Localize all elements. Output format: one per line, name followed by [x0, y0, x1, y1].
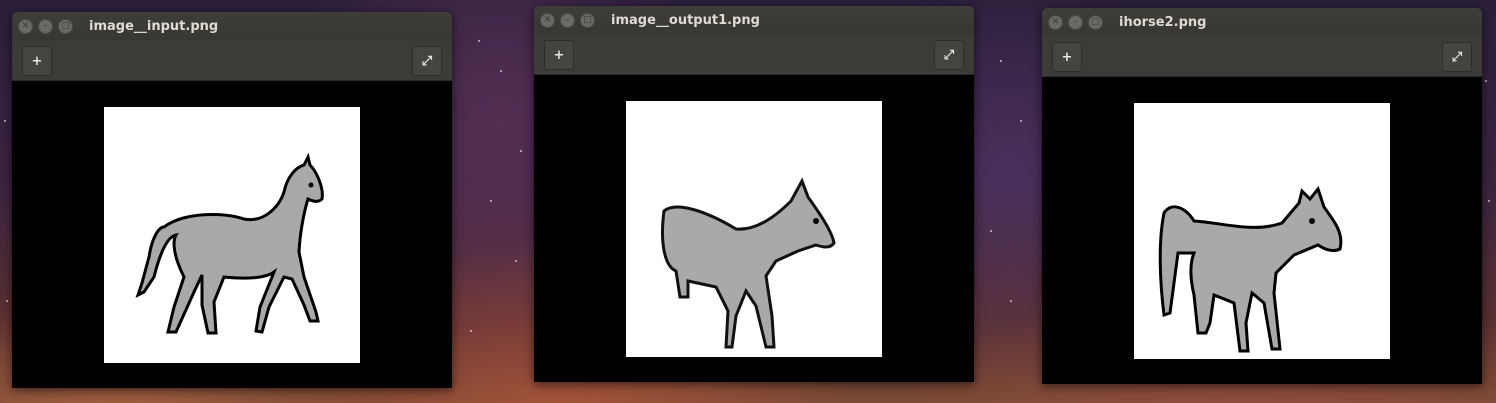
maximize-icon[interactable]: □ — [58, 18, 73, 34]
plus-icon[interactable]: + — [22, 46, 52, 76]
image-canvas — [12, 81, 452, 388]
window-titlebar[interactable]: ✕ – □ ihorse2.png — [1042, 8, 1482, 36]
window-titlebar[interactable]: ✕ – □ image__output1.png — [534, 6, 974, 34]
close-icon[interactable]: ✕ — [18, 18, 33, 34]
maximize-icon[interactable]: □ — [580, 12, 595, 28]
window-toolbar: + ⤢ — [534, 34, 974, 75]
fullscreen-icon[interactable]: ⤢ — [412, 46, 442, 76]
window-toolbar: + ⤢ — [1042, 36, 1482, 77]
fullscreen-icon[interactable]: ⤢ — [1442, 42, 1472, 72]
maximize-icon[interactable]: □ — [1088, 14, 1103, 30]
image-canvas — [1042, 77, 1482, 384]
horse-image — [661, 177, 836, 349]
minimize-icon[interactable]: – — [38, 18, 53, 34]
window-title: image__input.png — [89, 18, 219, 34]
minimize-icon[interactable]: – — [560, 12, 575, 28]
image-content — [104, 107, 360, 363]
image-content — [626, 101, 882, 357]
image-canvas — [534, 75, 974, 382]
plus-icon[interactable]: + — [1052, 42, 1082, 72]
window-title: image__output1.png — [611, 12, 760, 28]
image-content — [1134, 103, 1390, 359]
fullscreen-icon[interactable]: ⤢ — [934, 40, 964, 70]
horse-image — [135, 152, 324, 335]
close-icon[interactable]: ✕ — [540, 12, 555, 28]
minimize-icon[interactable]: – — [1068, 14, 1083, 30]
plus-icon[interactable]: + — [544, 40, 574, 70]
window-titlebar[interactable]: ✕ – □ image__input.png — [12, 12, 452, 40]
image-viewer-window-output[interactable]: ✕ – □ image__output1.png + ⤢ — [534, 6, 974, 382]
horse-image — [1158, 185, 1343, 353]
window-title: ihorse2.png — [1119, 14, 1207, 30]
image-viewer-window-horse2[interactable]: ✕ – □ ihorse2.png + ⤢ — [1042, 8, 1482, 384]
close-icon[interactable]: ✕ — [1048, 14, 1063, 30]
image-viewer-window-input[interactable]: ✕ – □ image__input.png + ⤢ — [12, 12, 452, 388]
window-toolbar: + ⤢ — [12, 40, 452, 81]
